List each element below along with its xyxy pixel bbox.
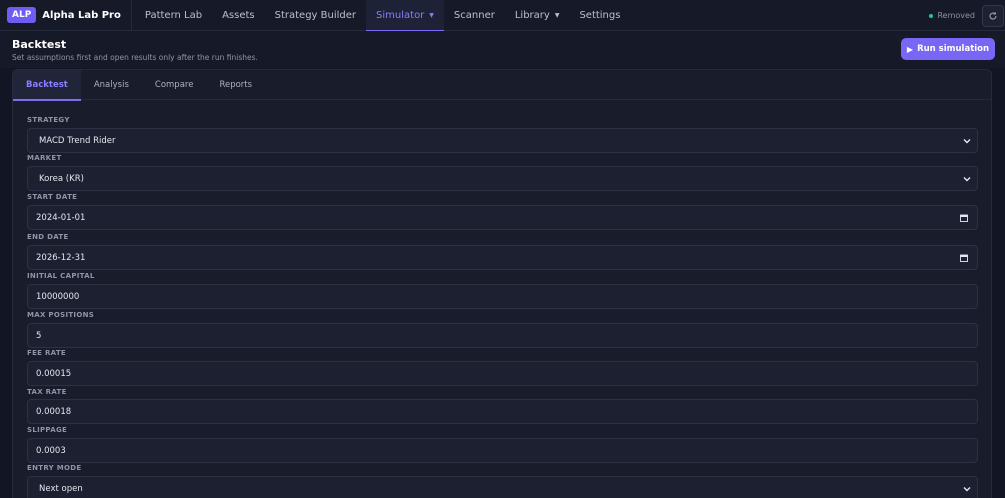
chevron-down-icon <box>963 177 971 182</box>
backtest-card: Backtest Analysis Compare Reports STRATE… <box>12 69 992 498</box>
tax-rate-label: TAX RATE <box>27 388 67 396</box>
tab-label: Reports <box>219 80 253 90</box>
nav-item-label: Pattern Lab <box>144 9 203 21</box>
nav-item-strategy-builder[interactable]: Strategy Builder <box>265 0 366 31</box>
caret-down-icon: ▼ <box>429 11 434 19</box>
tax-rate-value: 0.00018 <box>36 406 72 417</box>
start-date-input[interactable]: 2024-01-01 <box>27 205 978 230</box>
nav-item-label: Settings <box>579 9 621 21</box>
start-date-label: START DATE <box>27 193 78 201</box>
entry-mode-value: Next open <box>39 483 83 494</box>
strategy-select[interactable]: MACD Trend Rider <box>27 128 978 153</box>
entry-mode-select[interactable]: Next open <box>27 476 978 498</box>
fee-rate-value: 0.00015 <box>36 368 72 379</box>
play-icon: ▶ <box>906 44 914 54</box>
nav-items: Pattern Lab Assets Strategy Builder Simu… <box>135 0 631 32</box>
tab-reports[interactable]: Reports <box>206 70 265 100</box>
slippage-value: 0.0003 <box>36 445 66 456</box>
top-nav: ALP Alpha Lab Pro Pattern Lab Assets Str… <box>0 0 1005 32</box>
nav-item-label: Simulator <box>376 9 425 21</box>
nav-item-label: Strategy Builder <box>274 9 357 21</box>
page-subtitle: Set assumptions first and open results o… <box>12 53 258 62</box>
page-header: Backtest Set assumptions first and open … <box>0 31 1005 68</box>
fee-rate-label: FEE RATE <box>27 349 67 357</box>
nav-item-library[interactable]: Library ▼ <box>505 0 570 31</box>
end-date-input[interactable]: 2026-12-31 <box>27 245 978 270</box>
tab-backtest[interactable]: Backtest <box>13 70 81 101</box>
chevron-down-icon <box>963 487 971 492</box>
fee-rate-input[interactable]: 0.00015 <box>27 361 978 386</box>
run-simulation-button[interactable]: ▶ Run simulation <box>901 38 995 60</box>
nav-item-assets[interactable]: Assets <box>212 0 265 31</box>
calendar-icon[interactable] <box>960 254 968 262</box>
initial-capital-input[interactable]: 10000000 <box>27 284 978 309</box>
nav-status-area: Removed <box>929 0 1005 31</box>
nav-item-scanner[interactable]: Scanner <box>444 0 505 31</box>
end-date-label: END DATE <box>27 233 69 241</box>
strategy-value: MACD Trend Rider <box>39 135 116 146</box>
status-dot-icon <box>929 13 934 18</box>
refresh-icon <box>989 11 997 19</box>
end-date-value: 2026-12-31 <box>36 252 86 263</box>
refresh-button[interactable] <box>982 4 1004 27</box>
market-value: Korea (KR) <box>39 173 84 184</box>
status-text: Removed <box>937 11 975 20</box>
tab-compare[interactable]: Compare <box>142 70 207 100</box>
brand-name[interactable]: Alpha Lab Pro <box>42 10 121 21</box>
nav-item-pattern-lab[interactable]: Pattern Lab <box>135 0 212 31</box>
caret-down-icon: ▼ <box>554 11 560 19</box>
max-positions-label: MAX POSITIONS <box>27 311 95 319</box>
nav-item-label: Assets <box>222 9 255 21</box>
tab-analysis[interactable]: Analysis <box>81 70 142 100</box>
market-label: MARKET <box>27 154 62 162</box>
tab-bar: Backtest Analysis Compare Reports <box>13 70 991 101</box>
nav-item-simulator[interactable]: Simulator ▼ <box>366 0 444 32</box>
chevron-down-icon <box>963 139 971 144</box>
market-select[interactable]: Korea (KR) <box>27 166 978 191</box>
nav-item-settings[interactable]: Settings <box>569 0 630 31</box>
start-date-value: 2024-01-01 <box>36 212 86 223</box>
tax-rate-input[interactable]: 0.00018 <box>27 399 978 424</box>
run-simulation-label: Run simulation <box>917 44 990 54</box>
brand-badge[interactable]: ALP <box>7 7 37 23</box>
tab-label: Backtest <box>26 80 68 90</box>
tab-label: Compare <box>154 80 194 90</box>
page-title: Backtest <box>12 38 67 51</box>
nav-item-label: Scanner <box>453 9 495 21</box>
initial-capital-value: 10000000 <box>36 291 80 302</box>
slippage-input[interactable]: 0.0003 <box>27 438 978 463</box>
nav-item-label: Library <box>514 9 550 21</box>
nav-divider <box>130 0 132 31</box>
tab-label: Analysis <box>93 80 129 90</box>
entry-mode-label: ENTRY MODE <box>27 464 82 472</box>
strategy-label: STRATEGY <box>27 116 70 124</box>
initial-capital-label: INITIAL CAPITAL <box>27 272 95 280</box>
slippage-label: SLIPPAGE <box>27 426 68 434</box>
max-positions-input[interactable]: 5 <box>27 323 978 348</box>
max-positions-value: 5 <box>36 330 42 341</box>
calendar-icon[interactable] <box>960 214 968 222</box>
